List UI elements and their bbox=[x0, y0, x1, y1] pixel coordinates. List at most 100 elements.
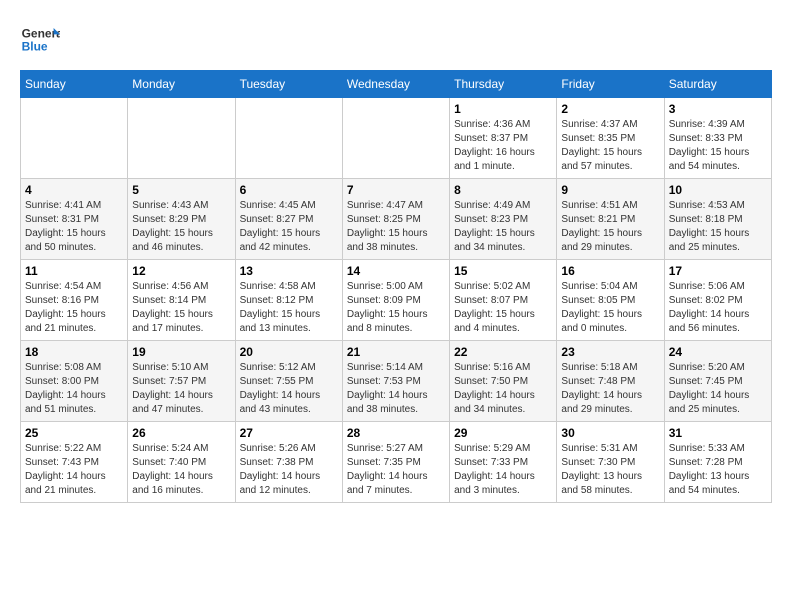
day-info: Sunrise: 5:14 AMSunset: 7:53 PMDaylight:… bbox=[347, 361, 445, 417]
day-number: 20 bbox=[240, 345, 338, 359]
day-info: Sunrise: 4:39 AMSunset: 8:33 PMDaylight:… bbox=[669, 118, 767, 174]
day-info: Sunrise: 5:16 AMSunset: 7:50 PMDaylight:… bbox=[454, 361, 552, 417]
day-number: 28 bbox=[347, 426, 445, 440]
calendar-week-4: 18Sunrise: 5:08 AMSunset: 8:00 PMDayligh… bbox=[21, 341, 772, 422]
calendar-cell: 19Sunrise: 5:10 AMSunset: 7:57 PMDayligh… bbox=[128, 341, 235, 422]
day-info: Sunrise: 4:43 AMSunset: 8:29 PMDaylight:… bbox=[132, 199, 230, 255]
day-info: Sunrise: 5:04 AMSunset: 8:05 PMDaylight:… bbox=[561, 280, 659, 336]
calendar-cell: 5 Sunrise: 4:43 AMSunset: 8:29 PMDaylight… bbox=[128, 179, 235, 260]
calendar-week-5: 25 Sunrise: 5:22 AMSunset: 7:43 PMDayligh… bbox=[21, 422, 772, 503]
day-number: 2 bbox=[561, 102, 659, 116]
day-info: Sunrise: 5:26 AMSunset: 7:38 PMDaylight:… bbox=[240, 442, 338, 498]
day-number: 24 bbox=[669, 345, 767, 359]
calendar-cell: 14 Sunrise: 5:00 AMSunset: 8:09 PMDayligh… bbox=[342, 260, 449, 341]
day-info: Sunrise: 5:33 AMSunset: 7:28 PMDaylight:… bbox=[669, 442, 767, 498]
calendar-cell: 16 Sunrise: 5:04 AMSunset: 8:05 PMDayligh… bbox=[557, 260, 664, 341]
header-saturday: Saturday bbox=[664, 71, 771, 98]
header-wednesday: Wednesday bbox=[342, 71, 449, 98]
day-number: 15 bbox=[454, 264, 552, 278]
day-info: Sunrise: 5:20 AMSunset: 7:45 PMDaylight:… bbox=[669, 361, 767, 417]
day-info: Sunrise: 5:12 AMSunset: 7:55 PMDaylight:… bbox=[240, 361, 338, 417]
day-number: 6 bbox=[240, 183, 338, 197]
header-thursday: Thursday bbox=[450, 71, 557, 98]
calendar-cell bbox=[21, 98, 128, 179]
day-info: Sunrise: 4:47 AMSunset: 8:25 PMDaylight:… bbox=[347, 199, 445, 255]
calendar-cell: 4Sunrise: 4:41 AMSunset: 8:31 PMDaylight… bbox=[21, 179, 128, 260]
day-number: 12 bbox=[132, 264, 230, 278]
day-info: Sunrise: 4:41 AMSunset: 8:31 PMDaylight:… bbox=[25, 199, 123, 255]
day-info: Sunrise: 4:56 AMSunset: 8:14 PMDaylight:… bbox=[132, 280, 230, 336]
calendar-cell: 6 Sunrise: 4:45 AMSunset: 8:27 PMDaylight… bbox=[235, 179, 342, 260]
day-info: Sunrise: 4:58 AMSunset: 8:12 PMDaylight:… bbox=[240, 280, 338, 336]
day-info: Sunrise: 4:54 AMSunset: 8:16 PMDaylight:… bbox=[25, 280, 123, 336]
day-number: 30 bbox=[561, 426, 659, 440]
calendar-cell: 24 Sunrise: 5:20 AMSunset: 7:45 PMDayligh… bbox=[664, 341, 771, 422]
day-number: 23 bbox=[561, 345, 659, 359]
header-monday: Monday bbox=[128, 71, 235, 98]
day-info: Sunrise: 4:51 AMSunset: 8:21 PMDaylight:… bbox=[561, 199, 659, 255]
day-number: 3 bbox=[669, 102, 767, 116]
calendar-cell: 26Sunrise: 5:24 AMSunset: 7:40 PMDayligh… bbox=[128, 422, 235, 503]
day-number: 1 bbox=[454, 102, 552, 116]
calendar-cell bbox=[128, 98, 235, 179]
day-info: Sunrise: 4:37 AMSunset: 8:35 PMDaylight:… bbox=[561, 118, 659, 174]
day-number: 17 bbox=[669, 264, 767, 278]
calendar-cell: 18Sunrise: 5:08 AMSunset: 8:00 PMDayligh… bbox=[21, 341, 128, 422]
calendar-cell: 29Sunrise: 5:29 AMSunset: 7:33 PMDayligh… bbox=[450, 422, 557, 503]
calendar-cell: 15 Sunrise: 5:02 AMSunset: 8:07 PMDayligh… bbox=[450, 260, 557, 341]
day-number: 13 bbox=[240, 264, 338, 278]
day-number: 10 bbox=[669, 183, 767, 197]
calendar-cell: 22Sunrise: 5:16 AMSunset: 7:50 PMDayligh… bbox=[450, 341, 557, 422]
day-info: Sunrise: 4:53 AMSunset: 8:18 PMDaylight:… bbox=[669, 199, 767, 255]
day-number: 21 bbox=[347, 345, 445, 359]
day-info: Sunrise: 5:18 AMSunset: 7:48 PMDaylight:… bbox=[561, 361, 659, 417]
calendar-cell: 10 Sunrise: 4:53 AMSunset: 8:18 PMDayligh… bbox=[664, 179, 771, 260]
calendar-cell: 2 Sunrise: 4:37 AMSunset: 8:35 PMDaylight… bbox=[557, 98, 664, 179]
calendar-cell bbox=[235, 98, 342, 179]
day-number: 26 bbox=[132, 426, 230, 440]
day-info: Sunrise: 4:36 AMSunset: 8:37 PMDaylight:… bbox=[454, 118, 552, 174]
calendar-cell: 20 Sunrise: 5:12 AMSunset: 7:55 PMDayligh… bbox=[235, 341, 342, 422]
day-number: 29 bbox=[454, 426, 552, 440]
day-number: 11 bbox=[25, 264, 123, 278]
day-number: 5 bbox=[132, 183, 230, 197]
day-info: Sunrise: 5:27 AMSunset: 7:35 PMDaylight:… bbox=[347, 442, 445, 498]
day-number: 27 bbox=[240, 426, 338, 440]
day-info: Sunrise: 5:02 AMSunset: 8:07 PMDaylight:… bbox=[454, 280, 552, 336]
day-number: 9 bbox=[561, 183, 659, 197]
calendar-cell: 31Sunrise: 5:33 AMSunset: 7:28 PMDayligh… bbox=[664, 422, 771, 503]
calendar-cell: 21 Sunrise: 5:14 AMSunset: 7:53 PMDayligh… bbox=[342, 341, 449, 422]
calendar-cell: 12 Sunrise: 4:56 AMSunset: 8:14 PMDayligh… bbox=[128, 260, 235, 341]
page-header: General Blue bbox=[20, 20, 772, 60]
day-info: Sunrise: 5:31 AMSunset: 7:30 PMDaylight:… bbox=[561, 442, 659, 498]
calendar-cell: 9 Sunrise: 4:51 AMSunset: 8:21 PMDaylight… bbox=[557, 179, 664, 260]
calendar-cell: 25 Sunrise: 5:22 AMSunset: 7:43 PMDayligh… bbox=[21, 422, 128, 503]
calendar-cell: 7 Sunrise: 4:47 AMSunset: 8:25 PMDaylight… bbox=[342, 179, 449, 260]
svg-text:Blue: Blue bbox=[22, 39, 48, 53]
calendar-cell: 1 Sunrise: 4:36 AMSunset: 8:37 PMDaylight… bbox=[450, 98, 557, 179]
calendar-cell bbox=[342, 98, 449, 179]
day-number: 7 bbox=[347, 183, 445, 197]
day-info: Sunrise: 4:45 AMSunset: 8:27 PMDaylight:… bbox=[240, 199, 338, 255]
day-number: 16 bbox=[561, 264, 659, 278]
logo: General Blue bbox=[20, 20, 64, 60]
day-number: 19 bbox=[132, 345, 230, 359]
calendar-cell: 23 Sunrise: 5:18 AMSunset: 7:48 PMDayligh… bbox=[557, 341, 664, 422]
calendar-cell: 11 Sunrise: 4:54 AMSunset: 8:16 PMDayligh… bbox=[21, 260, 128, 341]
calendar-body: 1 Sunrise: 4:36 AMSunset: 8:37 PMDaylight… bbox=[21, 98, 772, 503]
day-number: 25 bbox=[25, 426, 123, 440]
day-info: Sunrise: 5:22 AMSunset: 7:43 PMDaylight:… bbox=[25, 442, 123, 498]
calendar-week-2: 4Sunrise: 4:41 AMSunset: 8:31 PMDaylight… bbox=[21, 179, 772, 260]
header-tuesday: Tuesday bbox=[235, 71, 342, 98]
calendar-cell: 13 Sunrise: 4:58 AMSunset: 8:12 PMDayligh… bbox=[235, 260, 342, 341]
calendar-cell: 30 Sunrise: 5:31 AMSunset: 7:30 PMDayligh… bbox=[557, 422, 664, 503]
day-number: 8 bbox=[454, 183, 552, 197]
day-number: 14 bbox=[347, 264, 445, 278]
calendar-cell: 27 Sunrise: 5:26 AMSunset: 7:38 PMDayligh… bbox=[235, 422, 342, 503]
day-info: Sunrise: 5:08 AMSunset: 8:00 PMDaylight:… bbox=[25, 361, 123, 417]
calendar-cell: 28 Sunrise: 5:27 AMSunset: 7:35 PMDayligh… bbox=[342, 422, 449, 503]
calendar-week-3: 11 Sunrise: 4:54 AMSunset: 8:16 PMDayligh… bbox=[21, 260, 772, 341]
day-info: Sunrise: 5:00 AMSunset: 8:09 PMDaylight:… bbox=[347, 280, 445, 336]
calendar-table: SundayMondayTuesdayWednesdayThursdayFrid… bbox=[20, 70, 772, 503]
calendar-header-row: SundayMondayTuesdayWednesdayThursdayFrid… bbox=[21, 71, 772, 98]
